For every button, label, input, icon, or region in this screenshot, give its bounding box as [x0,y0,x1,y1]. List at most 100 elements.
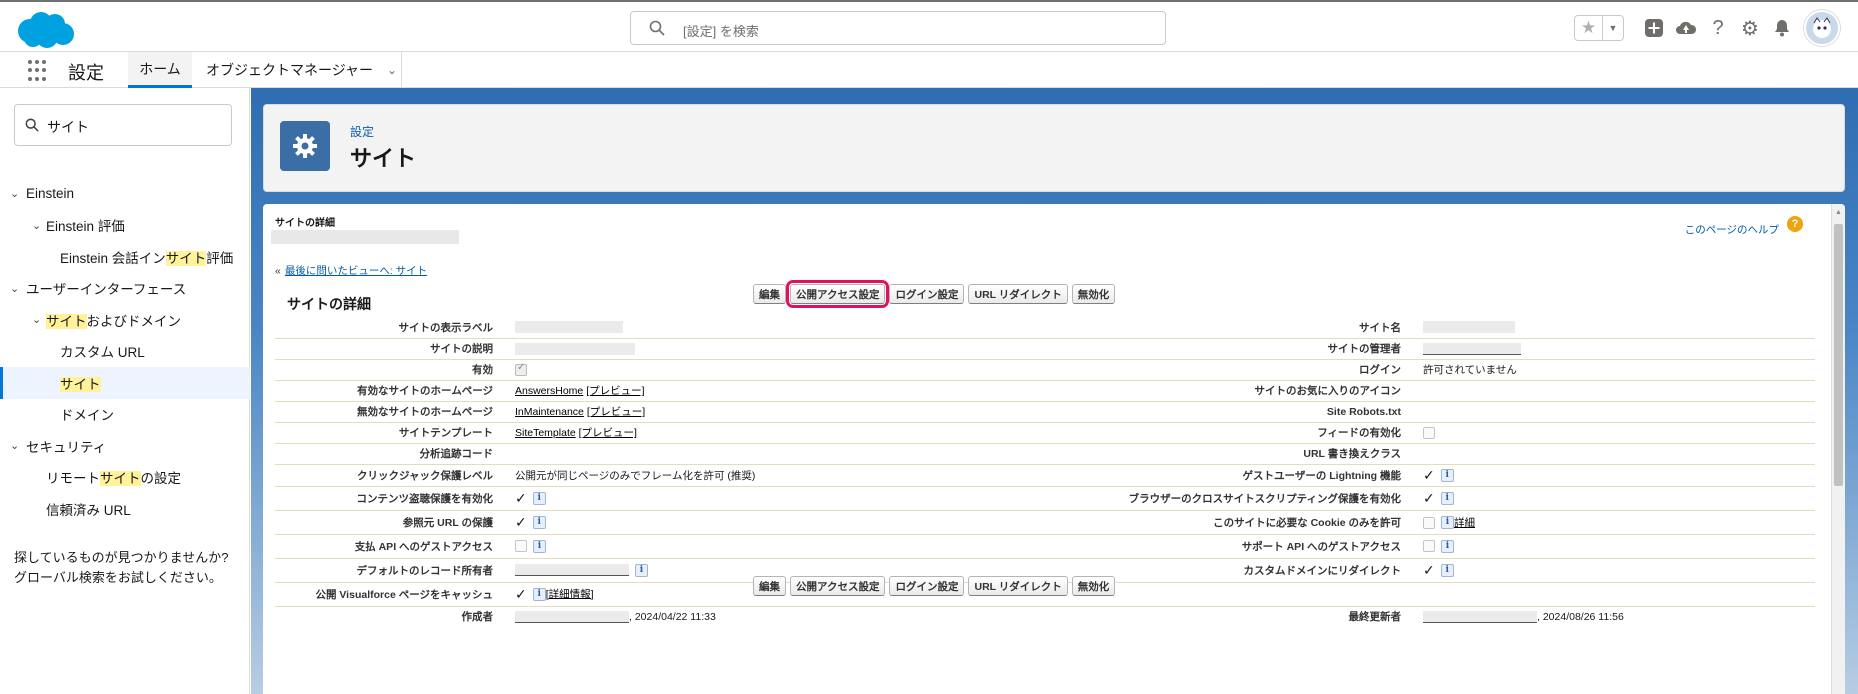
redacted-user-link[interactable] [1423,342,1521,355]
tree-item-label-post: の設定 [140,471,182,487]
field-value: i 詳細 [1417,510,1815,535]
field-value [1417,443,1815,465]
info-icon[interactable]: i [532,491,546,505]
redacted-user-link[interactable] [515,610,629,623]
trailhead-cloud-icon[interactable] [1670,12,1702,44]
login-settings-button[interactable]: ログイン設定 [889,284,965,304]
tree-item-user-interface[interactable]: ⌄ ユーザーインターフェース [0,273,250,305]
breadcrumb[interactable]: 設定 [350,123,374,140]
tree-item-label-post: およびドメイン [86,313,182,329]
vertical-scrollbar[interactable]: ▲ [1831,204,1845,694]
page-header: 設定 サイト [263,104,1845,192]
info-icon[interactable]: i [1441,516,1454,530]
chevron-down-icon[interactable]: ⌄ [10,282,19,295]
table-row: 支払 API へのゲストアクセス i サポート API へのゲストアクセス i [275,534,1815,559]
tree-item-sites[interactable]: サイト [0,367,250,399]
info-icon[interactable]: i [533,539,546,553]
tree-item-label: Einstein 会話インサイト評価 [60,247,233,267]
tree-item-einstein-conversation-insights[interactable]: Einstein 会話インサイト評価 [0,241,250,273]
redacted-user-link[interactable] [515,564,629,576]
help-link[interactable]: このページのヘルプ [1685,222,1779,237]
chevron-down-icon[interactable]: ⌄ [32,313,41,326]
header-actions: ★ ▼ ? ⚙ [1574,10,1840,46]
table-row: 分析追跡コード URL 書き換えクラス [275,443,1815,465]
app-launcher-icon[interactable] [28,60,50,82]
salesforce-logo[interactable] [14,9,76,51]
deactivate-button[interactable]: 無効化 [1071,576,1116,596]
edit-button[interactable]: 編集 [753,576,786,596]
tree-item-label-hl: サイト [165,250,207,266]
tree-item-einstein[interactable]: ⌄ Einstein [0,178,250,210]
field-value-redacted [509,338,1049,360]
tab-object-manager-label: オブジェクトマネージャー [206,62,374,78]
tree-item-custom-url[interactable]: カスタム URL [0,336,250,368]
info-icon[interactable]: i [1440,468,1454,482]
global-search-input[interactable]: [設定] を検索 [630,11,1166,45]
quick-find-input[interactable]: サイト [14,104,232,146]
field-value-redacted [509,317,1049,339]
active-home-link[interactable]: AnswersHome [515,385,583,397]
url-redirect-button[interactable]: URL リダイレクト [968,576,1068,596]
tree-item-label: サイトおよびドメイン [46,310,181,330]
help-icon[interactable]: ? [1702,12,1734,44]
chevron-down-icon[interactable]: ⌄ [10,187,19,200]
back-to-list-link[interactable]: «最後に問いたビューへ: サイト [275,263,427,278]
cookie-detail-link[interactable]: 詳細 [1454,517,1475,529]
vf-detail-link[interactable]: [詳細情報] [546,588,594,600]
chevron-down-icon[interactable]: ⌄ [32,219,41,232]
deactivate-button[interactable]: 無効化 [1071,284,1116,304]
inactive-home-link[interactable]: InMaintenance [515,406,584,418]
tree-item-label-pre: リモート [46,471,100,487]
info-icon[interactable]: i [1440,491,1454,505]
field-label: Site Robots.txt [1049,401,1417,423]
field-value [509,443,1049,465]
redacted-site-name [271,230,459,244]
global-actions-add-icon[interactable] [1638,12,1670,44]
url-redirect-button[interactable]: URL リダイレクト [968,284,1068,304]
tree-item-domains[interactable]: ドメイン [0,399,250,431]
field-value [1417,582,1815,607]
info-icon[interactable]: i [635,563,648,577]
checkmark-icon: ✓ [515,585,527,602]
field-value: InMaintenance [プレビュー] [509,401,1049,423]
edit-button[interactable]: 編集 [753,284,786,304]
tree-item-security[interactable]: ⌄ セキュリティ [0,430,250,462]
login-settings-button[interactable]: ログイン設定 [889,576,965,596]
table-row: 参照元 URL の保護 ✓ i このサイトに必要な Cookie のみを許可 i詳… [275,510,1815,535]
favorites-button[interactable]: ★ ▼ [1574,15,1624,41]
help-question-icon[interactable]: ? [1787,216,1803,232]
preview-link[interactable]: [プレビュー] [586,385,644,397]
preview-link[interactable]: [プレビュー] [587,406,645,418]
redacted-user-link[interactable] [1423,610,1537,623]
public-access-settings-button[interactable]: 公開アクセス設定 [785,280,890,308]
tree-item-trusted-urls[interactable]: 信頼済み URL [0,493,250,525]
tree-item-einstein-evaluation[interactable]: ⌄ Einstein 評価 [0,210,250,242]
payment-api-checkbox [515,540,527,552]
tree-item-remote-site-settings[interactable]: リモートサイトの設定 [0,462,250,494]
info-icon[interactable]: i [532,587,546,601]
chevron-down-icon[interactable]: ⌄ [10,439,19,452]
tree-item-label: Einstein 評価 [46,215,125,235]
info-icon[interactable]: i [1441,539,1454,553]
template-link[interactable]: SiteTemplate [515,427,576,439]
table-row: 作成者 , 2024/04/22 11:33 最終更新者 , 2024/08/2… [275,606,1815,627]
field-value: ✓ i [509,510,1049,535]
user-avatar[interactable] [1804,10,1840,46]
info-icon[interactable]: i [532,515,546,529]
tab-object-manager[interactable]: オブジェクトマネージャー ⌄ [196,52,402,88]
preview-link[interactable]: [プレビュー] [579,427,637,439]
scrollbar-thumb[interactable] [1834,224,1843,486]
tree-item-sites-and-domains[interactable]: ⌄ サイトおよびドメイン [0,304,250,336]
field-value-redacted[interactable] [1417,338,1815,360]
tree-item-label: カスタム URL [60,341,145,361]
tab-home[interactable]: ホーム [128,52,192,88]
star-icon[interactable]: ★ [1575,16,1603,40]
chevron-down-icon[interactable]: ⌄ [387,63,397,77]
gear-icon[interactable]: ⚙ [1734,12,1766,44]
info-icon[interactable]: i [1440,563,1454,577]
quick-find-value: サイト [47,119,89,135]
chevron-down-icon[interactable]: ▼ [1603,16,1623,40]
scroll-up-arrow-icon[interactable]: ▲ [1835,209,1842,216]
notifications-bell-icon[interactable] [1766,12,1798,44]
public-access-settings-button[interactable]: 公開アクセス設定 [790,576,886,596]
